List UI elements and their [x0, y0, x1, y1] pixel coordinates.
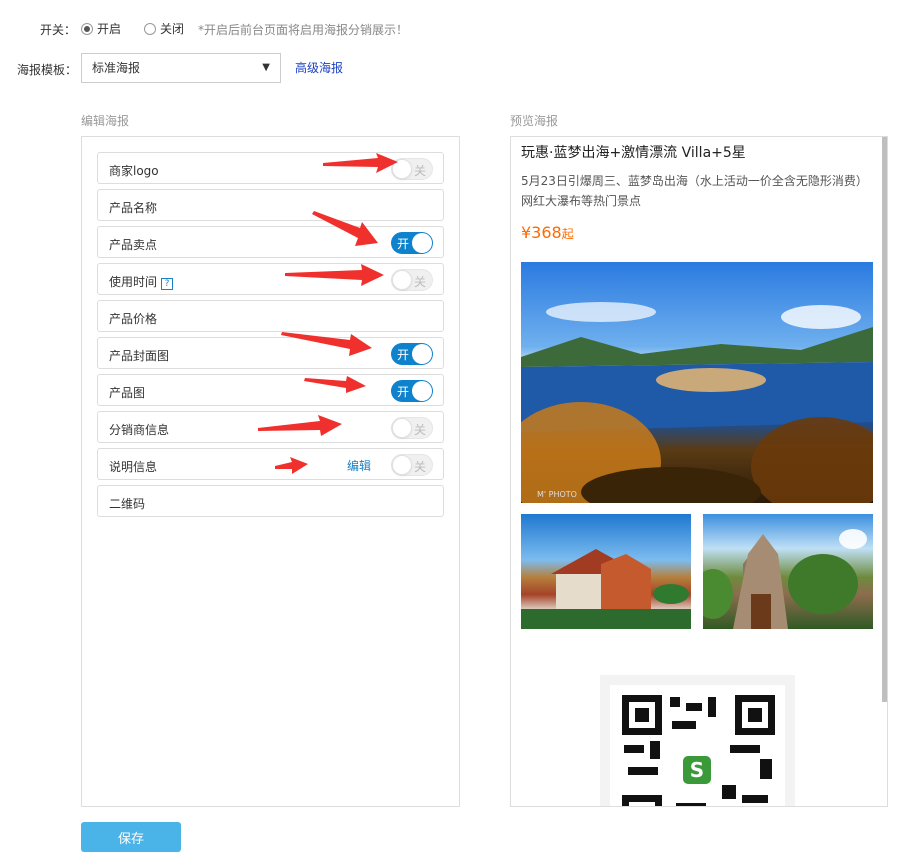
toggle-text: 关	[413, 275, 426, 289]
qr-finder	[622, 795, 662, 806]
preview-price-value: ¥368	[521, 223, 562, 242]
qr-code-area: S	[600, 675, 795, 806]
toggle-text: 开	[397, 385, 410, 399]
qr-module	[760, 759, 772, 779]
photo-tag: M' PHOTO	[537, 490, 577, 499]
item-label: 商家logo	[109, 164, 159, 178]
preview-panel: 玩惠·蓝梦出海+激情漂流 Villa+5星 5月23日引爆周三、蓝梦岛出海（水上…	[510, 136, 888, 807]
preview-scrollbar[interactable]	[882, 137, 887, 702]
item-label: 说明信息	[109, 460, 158, 474]
toggle-text: 关	[413, 423, 426, 437]
item-label: 使用时间?	[109, 273, 174, 290]
advanced-poster-link[interactable]: 高级海报	[295, 59, 343, 76]
radio-off-dot[interactable]	[144, 22, 156, 35]
preview-price: ¥368起	[521, 223, 574, 242]
item-label: 产品图	[109, 386, 146, 400]
edit-description-link[interactable]: 编辑	[347, 457, 371, 474]
edit-panel: 商家logo 关 产品名称 产品卖点 开 使用时间? 关 产品价格 产品封面图 …	[81, 136, 460, 807]
toggle-text: 开	[397, 348, 410, 362]
qr-module	[672, 721, 696, 729]
radio-off-label: 关闭	[160, 22, 185, 36]
edit-section-title: 编辑海报	[81, 114, 130, 128]
qr-module	[676, 803, 706, 806]
switch-label: 开关：	[40, 23, 77, 37]
toggle-knob	[392, 159, 412, 179]
item-label-text: 使用时间	[109, 275, 158, 289]
preview-product-desc: 5月23日引爆周三、蓝梦岛出海（水上活动一价全含无隐形消费）网红大瀑布等热门景点	[521, 174, 868, 208]
toggle-text: 关	[413, 164, 426, 178]
switch-hint: *开启后前台页面将启用海报分销展示！	[198, 23, 409, 37]
preview-price-suffix: 起	[561, 227, 574, 241]
radio-on-dot[interactable]	[81, 22, 93, 35]
item-label: 产品封面图	[109, 349, 170, 363]
qr-module	[624, 745, 644, 753]
toggle-knob	[412, 344, 432, 364]
qr-module	[730, 745, 760, 753]
toggle-cover-image[interactable]: 开	[391, 343, 433, 365]
qr-module	[650, 741, 660, 759]
item-cover-image: 产品封面图 开	[97, 337, 444, 369]
item-distributor-info: 分销商信息 关	[97, 411, 444, 443]
item-merchant-logo: 商家logo 关	[97, 152, 444, 184]
toggle-distributor-info[interactable]: 关	[391, 417, 433, 439]
item-selling-point: 产品卖点 开	[97, 226, 444, 258]
toggle-text: 关	[413, 460, 426, 474]
chevron-down-icon: ▼	[262, 62, 270, 73]
template-label: 海报模板：	[17, 63, 78, 77]
template-selected-value: 标准海报	[92, 61, 141, 75]
item-qr-code: 二维码	[97, 485, 444, 517]
item-label: 产品名称	[109, 201, 158, 215]
qr-logo-icon: S	[680, 753, 714, 787]
toggle-knob	[392, 270, 412, 290]
cover-image-drawing	[521, 302, 873, 503]
item-usage-time: 使用时间? 关	[97, 263, 444, 295]
qr-finder	[622, 695, 662, 735]
preview-section-title: 预览海报	[510, 114, 559, 128]
toggle-merchant-logo[interactable]: 关	[391, 158, 433, 180]
qr-module	[742, 795, 768, 803]
save-button[interactable]: 保存	[81, 822, 181, 852]
toggle-selling-point[interactable]: 开	[391, 232, 433, 254]
product-image-1-drawing	[521, 549, 691, 629]
item-label: 二维码	[109, 497, 146, 511]
toggle-text: 开	[397, 237, 410, 251]
item-label: 产品卖点	[109, 238, 158, 252]
qr-module	[708, 697, 716, 717]
product-image-2-drawing	[703, 529, 867, 629]
toggle-knob	[412, 233, 432, 253]
radio-off[interactable]: 关闭	[144, 20, 184, 37]
qr-module	[686, 703, 702, 711]
item-label: 产品价格	[109, 312, 158, 326]
item-label: 分销商信息	[109, 423, 170, 437]
toggle-knob	[392, 455, 412, 475]
preview-product-title: 玩惠·蓝梦出海+激情漂流 Villa+5星	[521, 145, 746, 161]
cover-image: M' PHOTO	[521, 262, 873, 503]
radio-on[interactable]: 开启	[81, 20, 121, 37]
template-select[interactable]: 标准海报 ▼	[81, 53, 281, 83]
toggle-product-image[interactable]: 开	[391, 380, 433, 402]
help-icon[interactable]: ?	[161, 278, 174, 290]
qr-module	[670, 697, 680, 707]
item-description: 说明信息 编辑 关	[97, 448, 444, 480]
item-product-image: 产品图 开	[97, 374, 444, 406]
product-image-1	[521, 514, 691, 629]
item-product-price: 产品价格	[97, 300, 444, 332]
toggle-description[interactable]: 关	[391, 454, 433, 476]
qr-module	[722, 785, 736, 799]
product-image-2	[703, 514, 873, 629]
toggle-usage-time[interactable]: 关	[391, 269, 433, 291]
toggle-knob	[392, 418, 412, 438]
radio-on-label: 开启	[97, 22, 122, 36]
item-product-name: 产品名称	[97, 189, 444, 221]
qr-finder	[735, 695, 775, 735]
qr-module	[628, 767, 658, 775]
toggle-knob	[412, 381, 432, 401]
qr-code: S	[610, 685, 785, 806]
